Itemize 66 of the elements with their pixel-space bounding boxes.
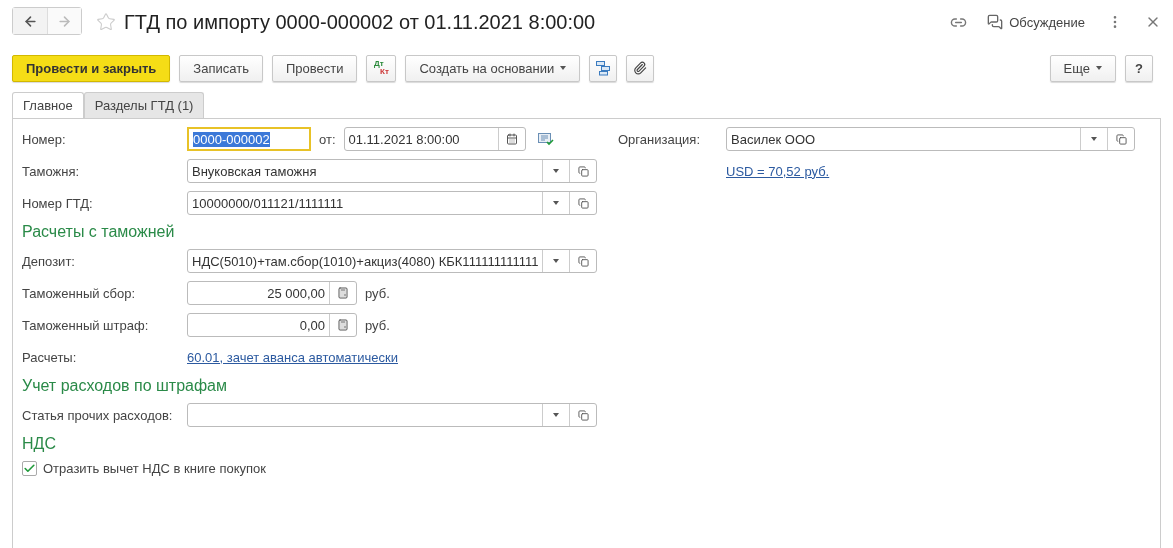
select-field[interactable]: НДС(5010)+там.сбор(1010)+акциз(4080) КБК111111111111: [187, 249, 597, 273]
field-label: Организация:: [618, 131, 702, 147]
toolbar-button[interactable]: Провести: [271, 54, 358, 82]
select-field[interactable]: 10000000/011121/1111111: [187, 191, 597, 215]
check-icon: [23, 461, 36, 475]
open-icon: [1115, 133, 1127, 145]
caret-icon: [553, 201, 559, 205]
settlements-link[interactable]: 60.01, зачет аванса автоматически: [187, 349, 398, 365]
calculator-icon: [337, 287, 349, 299]
caret-icon: [553, 413, 559, 417]
post-and-close-button[interactable]: Провести и закрыть: [12, 54, 171, 82]
caret-icon: [553, 259, 559, 263]
create-based-on-button[interactable]: Создать на основании: [405, 54, 581, 82]
caret-icon: [560, 66, 567, 70]
open-icon: [577, 409, 589, 421]
open-icon: [577, 165, 589, 177]
more-button[interactable]: Еще: [1049, 54, 1116, 82]
caret-icon: [1091, 137, 1097, 141]
star-icon: [96, 12, 116, 32]
discussion-button[interactable]: Обсуждение: [987, 14, 1085, 30]
window-title: ГТД по импорту 0000-000002 от 01.11.2021 8:00:00: [124, 10, 596, 34]
checkbox-label: Отразить вычет НДС в книге покупок: [43, 460, 267, 476]
exchange-rate-link[interactable]: USD = 70,52 руб.: [726, 163, 830, 179]
help-button[interactable]: ?: [1125, 54, 1153, 82]
calendar-icon: [505, 133, 518, 145]
field-label: Номер:: [22, 131, 67, 147]
select-field[interactable]: [187, 403, 597, 427]
amount-field[interactable]: 0,00: [187, 313, 357, 337]
section-heading: НДС: [22, 434, 57, 454]
field-label: Таможенный сбор:: [22, 285, 137, 301]
currency-label: руб.: [365, 317, 390, 333]
caret-icon: [1096, 66, 1102, 70]
field-label: Таможенный штраф:: [22, 317, 150, 333]
back-button[interactable]: [13, 8, 47, 34]
field-label: Таможня:: [22, 163, 81, 179]
select-field[interactable]: Василек ООО: [726, 127, 1135, 151]
journal-entries-button[interactable]: Дт Кт: [366, 54, 397, 82]
paperclip-icon: [633, 61, 648, 75]
field-label: Расчеты:: [22, 349, 78, 365]
calculator-icon: [337, 319, 349, 331]
back-icon: [22, 13, 38, 29]
currency-label: руб.: [365, 285, 390, 301]
chat-icon: [987, 14, 1004, 30]
attach-button[interactable]: [626, 54, 655, 82]
number-field[interactable]: 0000-000002: [187, 127, 311, 151]
field-label: Депозит:: [22, 253, 76, 269]
field-label: Номер ГТД:: [22, 195, 94, 211]
tab[interactable]: Главное: [12, 92, 84, 118]
section-heading: Расчеты с таможней: [22, 222, 176, 242]
forward-icon: [57, 13, 72, 29]
toolbar-button[interactable]: Записать: [179, 54, 263, 82]
section-heading: Учет расходов по штрафам: [22, 376, 228, 396]
amount-field[interactable]: 25 000,00: [187, 281, 357, 305]
structure-button[interactable]: [589, 54, 618, 82]
favorite-button[interactable]: [96, 12, 116, 32]
field-label: от:: [319, 131, 336, 147]
date-field[interactable]: 01.11.2021 8:00:00: [343, 127, 526, 151]
caret-icon: [553, 169, 559, 173]
tab[interactable]: Разделы ГТД (1): [83, 92, 205, 118]
open-icon: [577, 197, 589, 209]
document-check-icon: [537, 132, 554, 146]
field-label: Статья прочих расходов:: [22, 407, 174, 423]
select-field[interactable]: Внуковская таможня: [187, 159, 597, 183]
open-icon: [577, 255, 589, 267]
checkbox[interactable]: [22, 460, 37, 476]
structure-icon: [595, 60, 612, 76]
